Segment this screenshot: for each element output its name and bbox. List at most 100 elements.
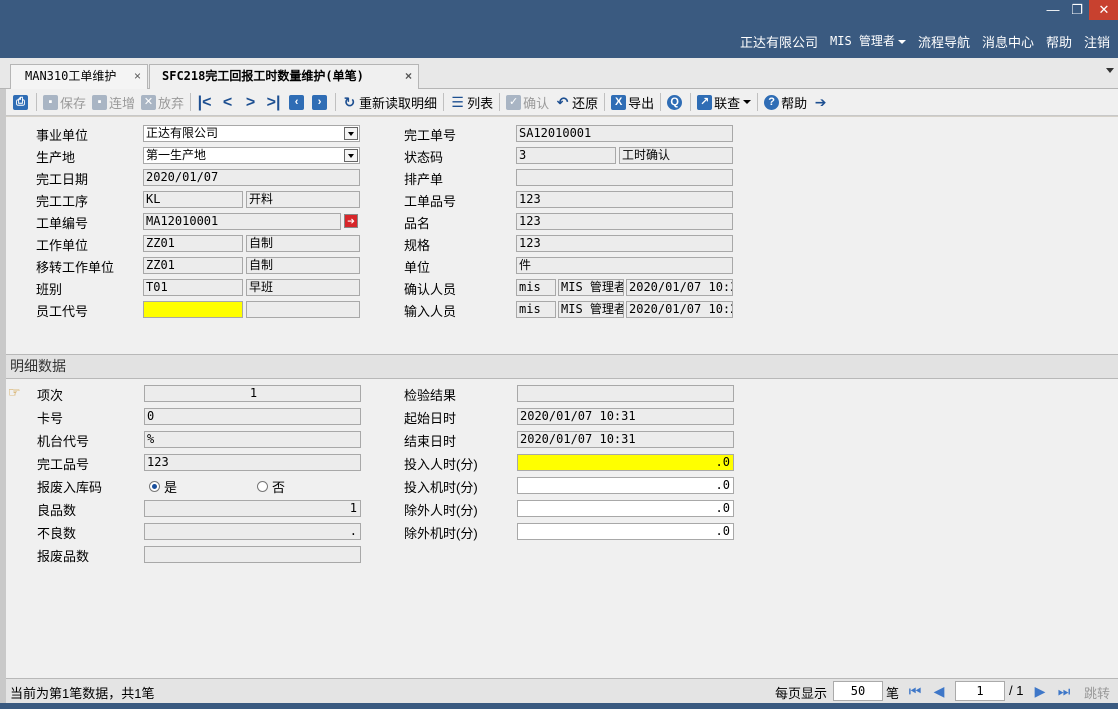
reload-detail-label: 重新读取明细 bbox=[359, 95, 438, 111]
chevron-down-icon[interactable] bbox=[344, 127, 358, 140]
first-icon: |< bbox=[197, 93, 212, 111]
separator bbox=[660, 93, 662, 111]
schedule-no-field[interactable] bbox=[516, 169, 733, 186]
help-button[interactable]: ? 帮助 bbox=[761, 91, 810, 113]
prev-record-button[interactable]: < bbox=[217, 91, 240, 113]
tab-close-icon[interactable]: × bbox=[134, 65, 141, 88]
completion-no-label: 完工单号 bbox=[404, 128, 457, 143]
save-button[interactable]: ▪ 保存 bbox=[40, 91, 89, 113]
card-no-field[interactable]: 0 bbox=[144, 408, 361, 425]
completion-no-field[interactable]: SA12010001 bbox=[516, 125, 733, 142]
restore-button[interactable]: ❐ bbox=[1065, 0, 1089, 20]
chevron-down-icon bbox=[743, 100, 752, 104]
next-page-icon[interactable]: ▶ bbox=[1032, 683, 1048, 699]
defect-qty-field[interactable]: . bbox=[144, 523, 361, 540]
toolbar: ⎙ ▪ 保存 ▪ 连增 ✕ 放弃 |< < > >| ‹ › ↻ 重新读取明细 ☰ 列表 … bbox=[6, 89, 1118, 116]
export-label: 导出 bbox=[628, 95, 655, 111]
current-page-input[interactable]: 1 bbox=[955, 681, 1005, 701]
open-work-order-icon[interactable]: ➔ bbox=[344, 214, 358, 228]
start-time-label: 起始日时 bbox=[404, 411, 457, 426]
confirm-button[interactable]: ✓ 确认 bbox=[503, 91, 552, 113]
shift-code[interactable]: T01 bbox=[143, 279, 243, 296]
prev-page-button[interactable]: ‹ bbox=[286, 91, 309, 113]
tab-list-dropdown-icon[interactable] bbox=[1106, 68, 1114, 73]
tab-sfc218[interactable]: SFC218完工回报工时数量维护(单笔) × bbox=[149, 64, 419, 90]
work-unit-label: 工作单位 bbox=[36, 238, 89, 253]
list-button[interactable]: ☰ 列表 bbox=[447, 91, 496, 113]
next-record-button[interactable]: > bbox=[240, 91, 263, 113]
print-button[interactable]: ⎙ bbox=[10, 91, 33, 113]
link-query-button[interactable]: ↗ 联查 bbox=[694, 91, 754, 113]
finished-item-field[interactable]: 123 bbox=[144, 454, 361, 471]
tab-close-icon[interactable]: × bbox=[405, 65, 412, 88]
excluded-machine-field[interactable]: .0 bbox=[517, 523, 734, 540]
next-icon: > bbox=[245, 93, 256, 111]
status-code-field: 3 bbox=[516, 147, 616, 164]
logout-link[interactable]: 注销 bbox=[1084, 32, 1110, 51]
restore-label: 还原 bbox=[572, 95, 599, 111]
tab-bar: MAN310工单维护 × SFC218完工回报工时数量维护(单笔) × bbox=[0, 58, 1118, 90]
form-area: 事业单位 正达有限公司 生产地 第一生产地 完工日期 2020/01/07 完工… bbox=[6, 117, 1118, 678]
prev-page-icon: ‹ bbox=[289, 94, 305, 110]
first-record-button[interactable]: |< bbox=[194, 91, 217, 113]
employee-code-field[interactable] bbox=[143, 301, 243, 318]
work-order-no-field[interactable]: MA12010001 bbox=[143, 213, 341, 230]
export-button[interactable]: X 导出 bbox=[608, 91, 657, 113]
work-unit-code[interactable]: ZZ01 bbox=[143, 235, 243, 252]
work-order-item-label: 工单品号 bbox=[404, 194, 457, 209]
help-icon: ? bbox=[764, 94, 780, 110]
continue-add-button[interactable]: ▪ 连增 bbox=[89, 91, 138, 113]
completion-process-code[interactable]: KL bbox=[143, 191, 243, 208]
next-page-button[interactable]: › bbox=[309, 91, 332, 113]
scrap-no-label: 否 bbox=[272, 480, 286, 495]
discard-button[interactable]: ✕ 放弃 bbox=[138, 91, 187, 113]
good-qty-field[interactable]: 1 bbox=[144, 500, 361, 517]
reload-detail-button[interactable]: ↻ 重新读取明细 bbox=[339, 91, 440, 113]
confirm-label: 确认 bbox=[523, 95, 550, 111]
inspection-result-field bbox=[517, 385, 734, 402]
prev-page-icon[interactable]: ◀ bbox=[931, 683, 947, 699]
completion-date-field[interactable]: 2020/01/07 bbox=[143, 169, 360, 186]
item-seq-label: 项次 bbox=[37, 388, 64, 403]
flow-nav-link[interactable]: 流程导航 bbox=[918, 32, 970, 51]
transfer-work-unit-name: 自制 bbox=[246, 257, 360, 274]
machine-minutes-field[interactable]: .0 bbox=[517, 477, 734, 494]
minimize-button[interactable]: — bbox=[1041, 0, 1065, 20]
last-page-icon[interactable]: ⏭ bbox=[1056, 683, 1072, 699]
scrap-yes-radio[interactable] bbox=[149, 481, 160, 492]
close-button[interactable]: ✕ bbox=[1089, 0, 1118, 20]
first-page-icon[interactable]: ⏮ bbox=[907, 683, 923, 699]
production-site-select[interactable]: 第一生产地 bbox=[143, 147, 360, 164]
exit-button[interactable]: ➔ bbox=[810, 91, 833, 113]
labor-minutes-field[interactable]: .0 bbox=[517, 454, 734, 471]
last-record-button[interactable]: >| bbox=[263, 91, 286, 113]
per-page-unit: 笔 bbox=[886, 686, 900, 701]
message-center-link[interactable]: 消息中心 bbox=[982, 32, 1034, 51]
jump-button[interactable]: 跳转 bbox=[1084, 683, 1110, 704]
restore-record-button[interactable]: ↶ 还原 bbox=[552, 91, 601, 113]
unit-field: 件 bbox=[516, 257, 733, 274]
chevron-down-icon[interactable] bbox=[344, 149, 358, 162]
machine-minutes-label: 投入机时(分) bbox=[404, 480, 478, 495]
machine-code-field[interactable]: % bbox=[144, 431, 361, 448]
help-label: 帮助 bbox=[781, 95, 808, 111]
transfer-work-unit-label: 移转工作单位 bbox=[36, 260, 115, 275]
business-unit-select[interactable]: 正达有限公司 bbox=[143, 125, 360, 142]
inputter-name: MIS 管理者 bbox=[558, 301, 624, 318]
link-arrow-icon: ↗ bbox=[697, 94, 713, 110]
per-page-input[interactable]: 50 bbox=[833, 681, 883, 701]
scrap-no-radio[interactable] bbox=[257, 481, 268, 492]
user-menu[interactable]: MIS 管理者 bbox=[830, 32, 906, 51]
user-name: MIS 管理者 bbox=[830, 34, 895, 48]
defect-qty-label: 不良数 bbox=[37, 526, 77, 541]
end-time-field[interactable]: 2020/01/07 10:31 bbox=[517, 431, 734, 448]
chevron-down-icon bbox=[897, 39, 906, 44]
scrap-qty-field[interactable] bbox=[144, 546, 361, 563]
transfer-work-unit-code[interactable]: ZZ01 bbox=[143, 257, 243, 274]
help-link[interactable]: 帮助 bbox=[1046, 32, 1072, 51]
excluded-labor-field[interactable]: .0 bbox=[517, 500, 734, 517]
spec-label: 规格 bbox=[404, 238, 431, 253]
query-button[interactable]: Q bbox=[664, 91, 687, 113]
start-time-field[interactable]: 2020/01/07 10:31 bbox=[517, 408, 734, 425]
tab-man310[interactable]: MAN310工单维护 × bbox=[10, 64, 148, 89]
